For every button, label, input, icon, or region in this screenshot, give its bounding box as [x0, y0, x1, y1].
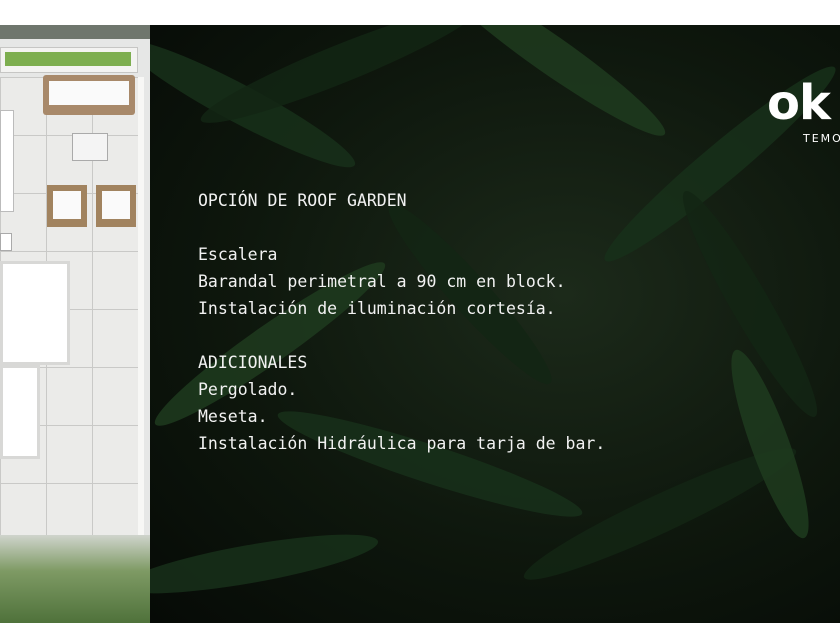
sofa [43, 75, 135, 115]
list-item: Instalación Hidráulica para tarja de bar… [198, 434, 606, 453]
list-item: Pergolado. [198, 380, 298, 399]
bar-counter-block [0, 365, 40, 459]
hedge [0, 25, 150, 39]
fixture [0, 233, 12, 251]
side-table [72, 133, 108, 161]
armchair [96, 185, 136, 227]
list-item: Barandal perimetral a 90 cm en block. [198, 272, 566, 291]
section-heading: ADICIONALES [198, 353, 308, 372]
grass [0, 535, 150, 625]
section-heading: OPCIÓN DE ROOF GARDEN [198, 191, 407, 210]
armchair [47, 185, 87, 227]
bottom-strip [0, 623, 840, 630]
list-item: Instalación de iluminación cortesía. [198, 299, 556, 318]
planter [0, 47, 138, 73]
pergola-block [0, 261, 70, 365]
top-bar [0, 0, 840, 26]
wall [0, 110, 14, 212]
list-item: Escalera [198, 245, 278, 264]
brand-logo-subtitle: TEMO [803, 132, 840, 145]
brand-logo: ok [767, 75, 831, 131]
features-text: OPCIÓN DE ROOF GARDEN Escalera Barandal … [198, 187, 605, 457]
info-panel: ok TEMO OPCIÓN DE ROOF GARDEN Escalera B… [150, 25, 840, 623]
list-item: Meseta. [198, 407, 268, 426]
roof-garden-plan-render [0, 25, 150, 625]
